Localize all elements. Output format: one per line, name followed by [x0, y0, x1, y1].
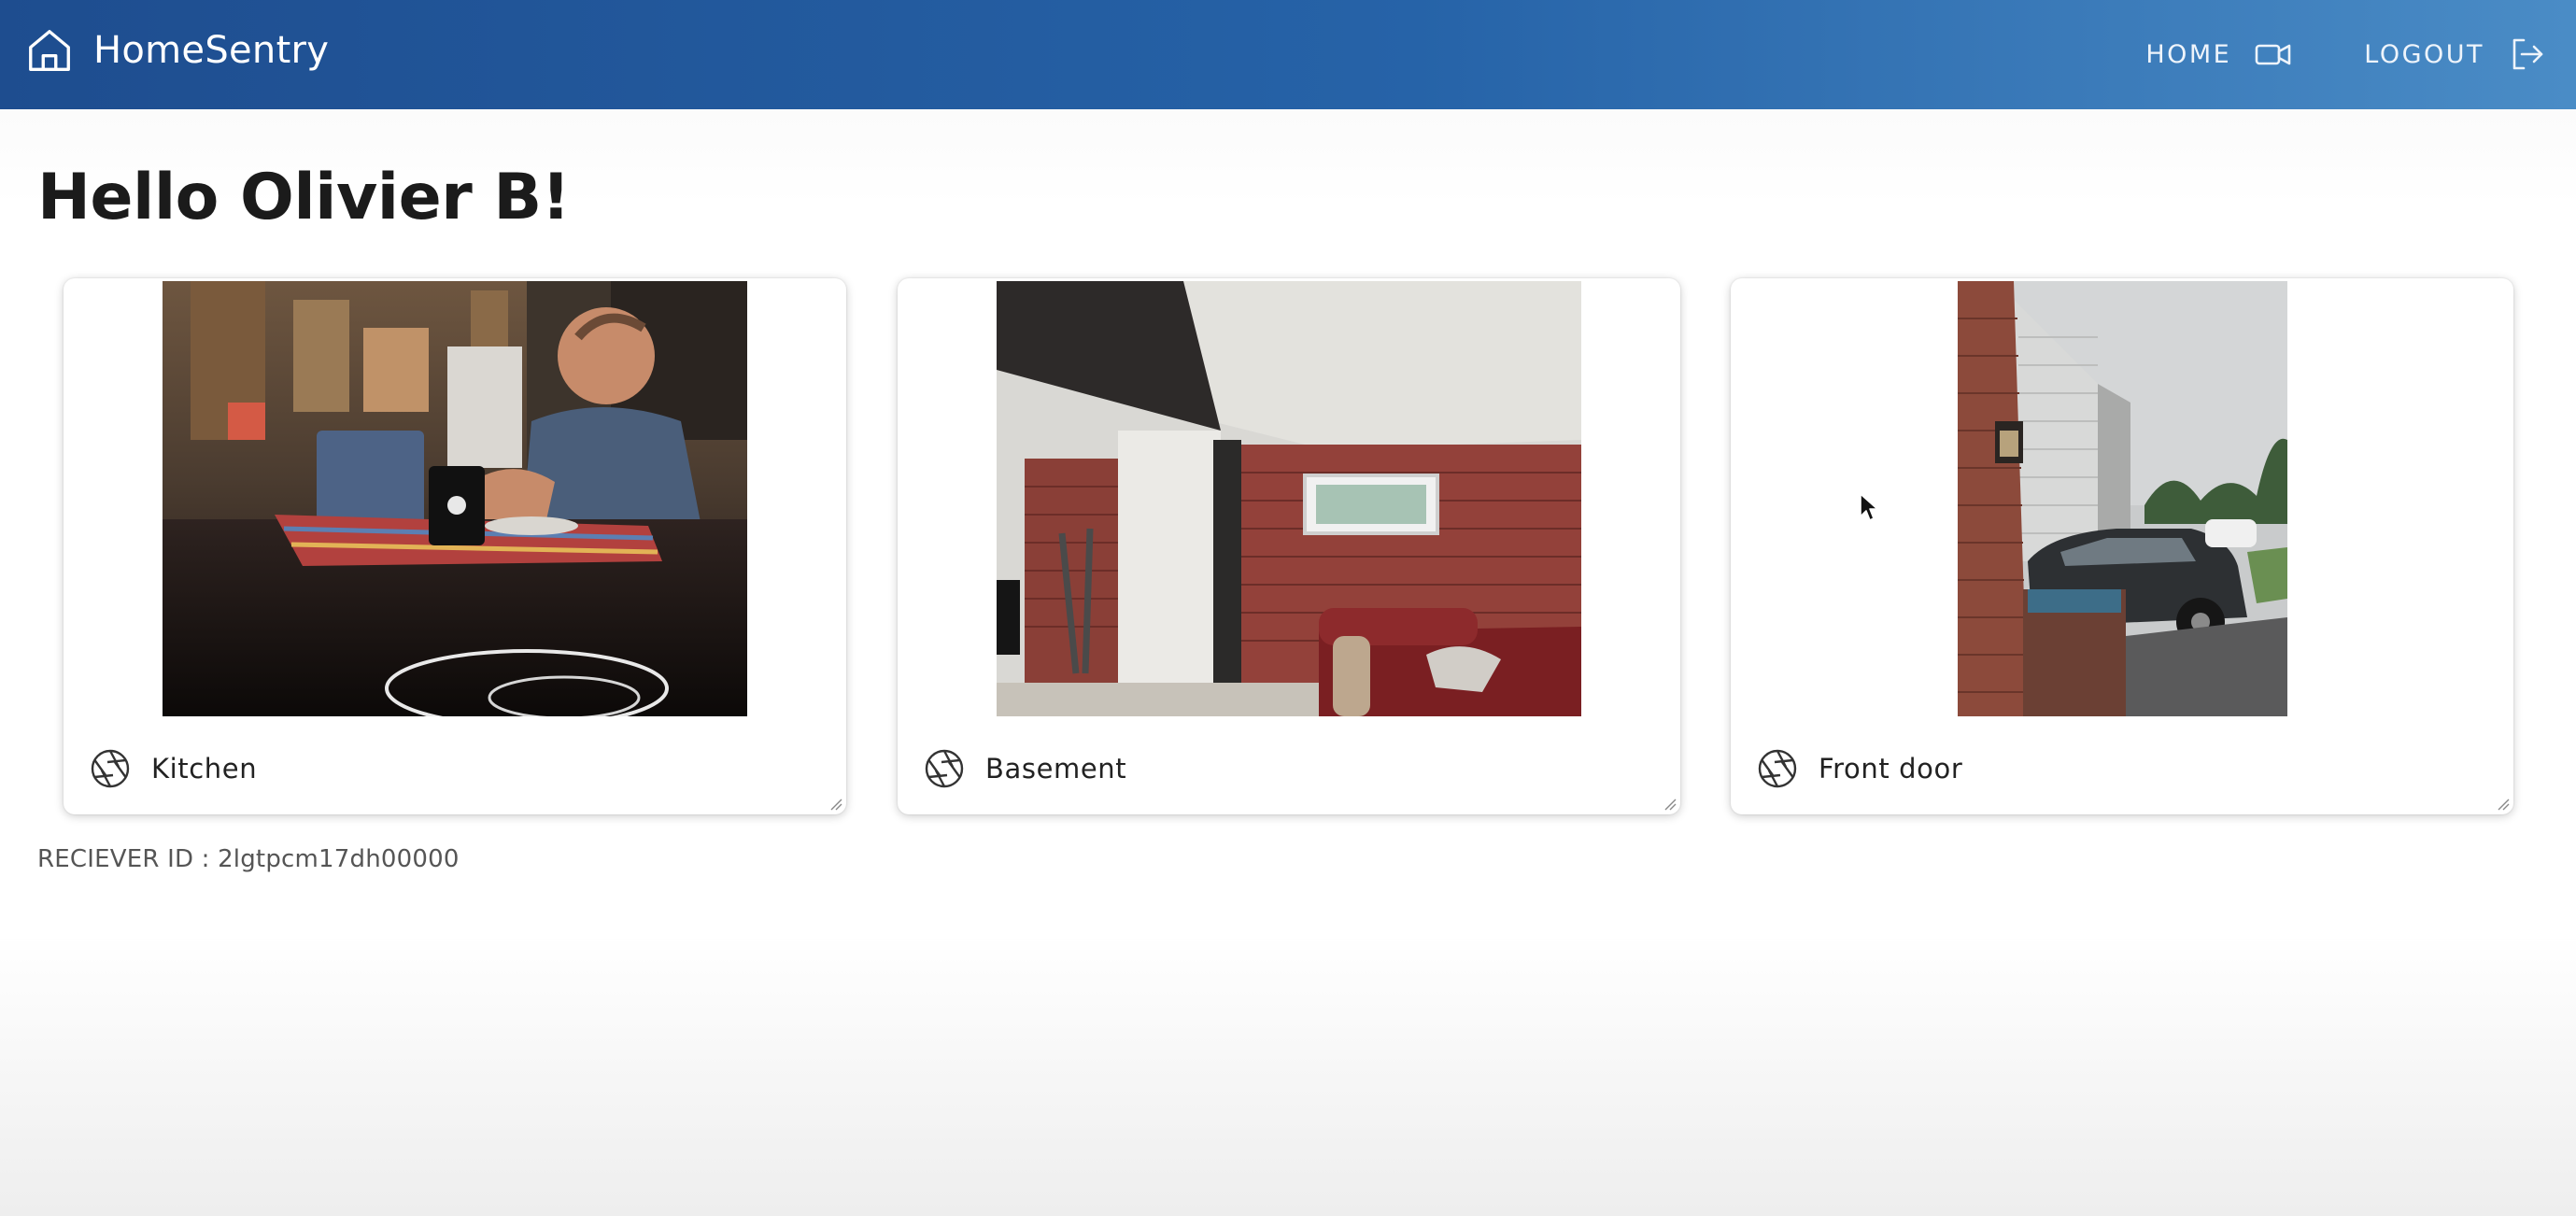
aperture-icon [924, 748, 965, 789]
camera-feed-front-door[interactable] [1958, 281, 2287, 716]
nav-logout-label: LOGOUT [2364, 39, 2484, 69]
resize-handle-icon[interactable] [2497, 798, 2510, 811]
brand-name: HomeSentry [93, 29, 330, 72]
main-nav: HOME LOGOUT [2145, 30, 2546, 78]
top-navigation-bar: HomeSentry HOME LOGOUT [0, 0, 2576, 109]
nav-home-label: HOME [2145, 39, 2232, 69]
home-icon [24, 25, 75, 76]
aperture-icon [1757, 748, 1798, 789]
resize-handle-icon[interactable] [1663, 798, 1677, 811]
camera-label-row-kitchen: Kitchen [90, 747, 257, 790]
receiver-id-text: RECIEVER ID : 2lgtpcm17dh00000 [37, 845, 460, 873]
camera-card-basement[interactable]: Basement [898, 278, 1680, 814]
brand-logo[interactable]: HomeSentry [24, 22, 329, 78]
camera-name-basement: Basement [985, 753, 1127, 785]
camera-name-front-door: Front door [1819, 753, 1963, 785]
logout-icon [2507, 35, 2546, 74]
camera-card-front-door[interactable]: Front door [1731, 278, 2513, 814]
nav-logout-link[interactable]: LOGOUT [2364, 35, 2546, 74]
video-camera-icon [2254, 35, 2293, 74]
greeting-heading: Hello Olivier B! [37, 161, 571, 234]
camera-label-row-basement: Basement [924, 747, 1126, 790]
camera-feed-kitchen[interactable] [163, 281, 747, 716]
resize-handle-icon[interactable] [829, 798, 842, 811]
camera-label-row-front-door: Front door [1757, 747, 1962, 790]
mouse-pointer-icon [1859, 492, 1881, 524]
aperture-icon [90, 748, 131, 789]
camera-name-kitchen: Kitchen [151, 753, 258, 785]
nav-home-link[interactable]: HOME [2145, 35, 2293, 74]
camera-card-kitchen[interactable]: Kitchen [64, 278, 846, 814]
camera-feed-basement[interactable] [997, 281, 1581, 716]
